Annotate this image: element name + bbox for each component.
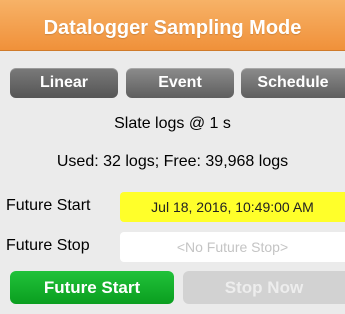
future-stop-field[interactable]: <No Future Stop> xyxy=(120,232,345,262)
stop-now-button[interactable]: Stop Now xyxy=(183,271,345,304)
future-stop-label: Future Stop xyxy=(6,237,90,254)
future-start-field[interactable]: Jul 18, 2016, 10:49:00 AM xyxy=(120,192,345,222)
tab-schedule[interactable]: Schedule xyxy=(241,68,345,98)
tab-event[interactable]: Event xyxy=(126,68,234,98)
tab-linear[interactable]: Linear xyxy=(10,68,118,98)
future-start-button[interactable]: Future Start xyxy=(10,271,174,304)
future-start-label: Future Start xyxy=(6,197,91,214)
log-usage-text: Used: 32 logs; Free: 39,968 logs xyxy=(56,153,289,170)
sampling-rate-text: Slate logs @ 1 s xyxy=(114,115,231,132)
page-title: Datalogger Sampling Mode xyxy=(43,17,302,39)
nav-header: Datalogger Sampling Mode xyxy=(0,0,345,51)
